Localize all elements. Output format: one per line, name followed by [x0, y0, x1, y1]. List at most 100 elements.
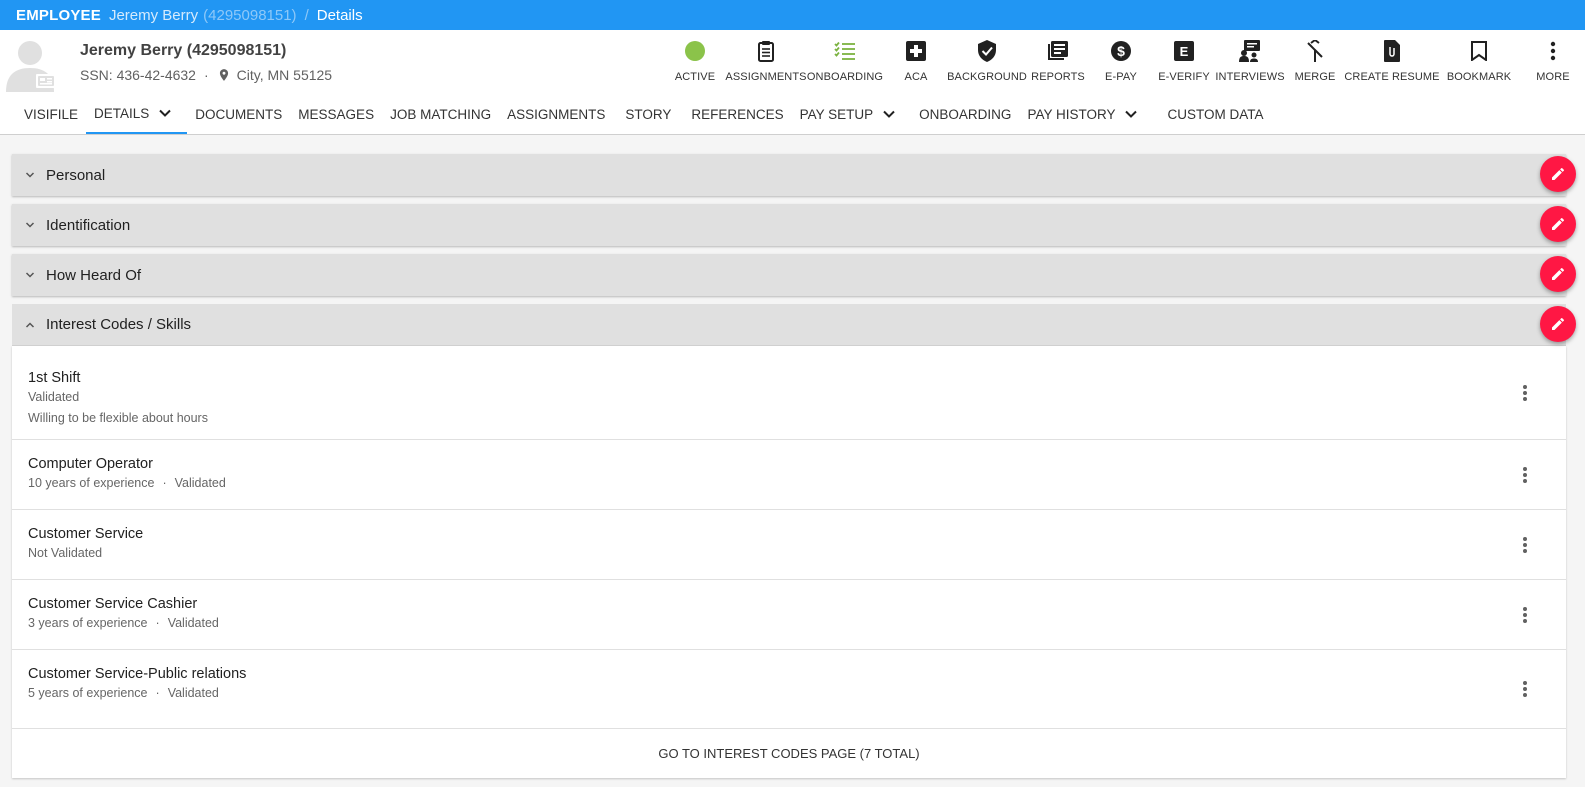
app-bar: EMPLOYEE Jeremy Berry (4295098151) / Det…: [0, 0, 1585, 30]
avatar[interactable]: [4, 36, 60, 92]
tab-label: VISIFILE: [24, 106, 79, 122]
item-title: 1st Shift: [28, 370, 81, 386]
panel-interest-codes[interactable]: Interest Codes / Skills: [12, 304, 1576, 346]
tab-label: CUSTOM DATA: [1167, 106, 1264, 122]
action-merge[interactable]: MERGE: [1283, 30, 1347, 94]
item-meta: 5 years of experience · Validated: [28, 686, 1566, 700]
breadcrumb-current: Details: [316, 6, 363, 24]
go-to-interest-codes-button[interactable]: GO TO INTEREST CODES PAGE (7 TOTAL): [12, 729, 1566, 778]
tab-documents[interactable]: DOCUMENTS: [187, 94, 290, 134]
panel-identification[interactable]: Identification: [12, 204, 1576, 246]
action-more[interactable]: MORE: [1521, 30, 1585, 94]
tab-bar: VISIFILE DETAILS DOCUMENTS MESSAGES JOB …: [0, 94, 1585, 135]
chevron-down-icon: [1123, 106, 1139, 122]
action-interviews[interactable]: INTERVIEWS: [1215, 30, 1285, 94]
tab-label: STORY: [625, 106, 672, 122]
tab-pay-setup[interactable]: PAY SETUP: [792, 94, 912, 134]
item-experience: 3 years of experience: [28, 616, 148, 630]
more-vertical-icon: [1523, 384, 1527, 401]
bookmark-icon: [1467, 39, 1491, 63]
more-vertical-icon: [1541, 39, 1565, 63]
tab-assignments[interactable]: ASSIGNMENTS: [499, 94, 613, 134]
list-item[interactable]: Customer Service Cashier 3 years of expe…: [12, 580, 1566, 650]
item-experience: 10 years of experience: [28, 476, 155, 490]
item-menu-button[interactable]: [1516, 680, 1534, 698]
chevron-down-icon: [23, 168, 37, 182]
item-title: Computer Operator: [28, 456, 153, 472]
interviews-icon: [1238, 39, 1262, 63]
meta-dot: ·: [162, 476, 167, 490]
action-e-verify[interactable]: E E-VERIFY: [1151, 30, 1217, 94]
item-menu-button[interactable]: [1516, 384, 1534, 402]
item-status: Not Validated: [28, 546, 103, 560]
meta-dot: ·: [155, 616, 160, 630]
item-status: Validated: [28, 390, 80, 404]
chevron-down-icon: [23, 268, 37, 282]
action-aca[interactable]: ACA: [883, 30, 949, 94]
tab-label: DOCUMENTS: [195, 106, 283, 122]
action-active[interactable]: ACTIVE: [665, 30, 725, 94]
status-dot-icon: [683, 39, 707, 63]
edit-interest-codes-button[interactable]: [1540, 306, 1576, 342]
panel-title: Identification: [46, 216, 131, 234]
tab-messages[interactable]: MESSAGES: [290, 94, 382, 134]
tab-story[interactable]: STORY: [613, 94, 683, 134]
action-label: E-PAY: [1105, 71, 1137, 83]
panel-personal[interactable]: Personal: [12, 154, 1576, 196]
item-menu-button[interactable]: [1516, 466, 1534, 484]
item-menu-button[interactable]: [1516, 606, 1534, 624]
edit-personal-button[interactable]: [1540, 156, 1576, 192]
item-status: Validated: [167, 686, 219, 700]
tab-onboarding[interactable]: ONBOARDING: [911, 94, 1019, 134]
tab-job-matching[interactable]: JOB MATCHING: [382, 94, 499, 134]
chevron-down-icon: [157, 105, 173, 121]
item-menu-button[interactable]: [1516, 536, 1534, 554]
list-item[interactable]: Computer Operator 10 years of experience…: [12, 440, 1566, 510]
tab-label: ONBOARDING: [919, 106, 1012, 122]
action-label: CREATE RESUME: [1344, 71, 1440, 83]
list-item[interactable]: Customer Service Not Validated: [12, 510, 1566, 580]
action-background[interactable]: BACKGROUND: [947, 30, 1027, 94]
action-label: ACA: [904, 71, 928, 83]
more-vertical-icon: [1523, 681, 1527, 697]
location-pin-icon: [217, 68, 231, 82]
medical-plus-icon: [904, 39, 928, 63]
action-assignments[interactable]: ASSIGNMENTS: [725, 30, 807, 94]
breadcrumb-employee-id[interactable]: (4295098151): [203, 7, 296, 24]
action-e-pay[interactable]: $ E-PAY: [1091, 30, 1151, 94]
tab-label: MESSAGES: [298, 106, 375, 122]
action-label: MORE: [1536, 71, 1570, 83]
breadcrumb-separator: /: [304, 6, 309, 24]
employee-name: Jeremy Berry (4295098151): [80, 42, 287, 59]
action-onboarding[interactable]: ONBOARDING: [807, 30, 883, 94]
action-label: BACKGROUND: [947, 71, 1027, 83]
svg-text:$: $: [1117, 43, 1125, 59]
tab-details[interactable]: DETAILS: [86, 94, 188, 134]
employee-subline: SSN: 436-42-4632 · City, MN 55125: [80, 66, 332, 84]
action-reports[interactable]: REPORTS: [1025, 30, 1091, 94]
action-label: MERGE: [1294, 71, 1336, 83]
list-item[interactable]: Customer Service-Public relations 5 year…: [12, 650, 1566, 729]
edit-identification-button[interactable]: [1540, 206, 1576, 242]
panel-how-heard-of[interactable]: How Heard Of: [12, 254, 1576, 296]
action-label: ACTIVE: [674, 71, 716, 83]
tab-pay-history[interactable]: PAY HISTORY: [1019, 94, 1153, 134]
action-label: BOOKMARK: [1446, 71, 1512, 83]
action-bookmark[interactable]: BOOKMARK: [1437, 30, 1521, 94]
tab-visifile[interactable]: VISIFILE: [16, 94, 86, 134]
tab-custom-data[interactable]: CUSTOM DATA: [1153, 94, 1271, 134]
pencil-icon: [1552, 317, 1565, 330]
subline-dot: ·: [203, 67, 209, 83]
tab-references[interactable]: REFERENCES: [683, 94, 791, 134]
list-item[interactable]: 1st Shift Validated Willing to be flexib…: [12, 346, 1566, 440]
action-create-resume[interactable]: CREATE RESUME: [1344, 30, 1440, 94]
employee-identity: Jeremy Berry (4295098151) SSN: 436-42-46…: [80, 41, 332, 84]
breadcrumb-employee-name[interactable]: Jeremy Berry: [109, 7, 198, 24]
action-label: E-VERIFY: [1158, 71, 1210, 83]
item-meta: 3 years of experience · Validated: [28, 616, 1566, 630]
item-status: Validated: [167, 616, 219, 630]
tab-label: PAY SETUP: [799, 106, 874, 122]
edit-how-heard-of-button[interactable]: [1540, 256, 1576, 292]
checklist-icon: [833, 39, 857, 63]
item-meta: 10 years of experience · Validated: [28, 476, 1566, 490]
